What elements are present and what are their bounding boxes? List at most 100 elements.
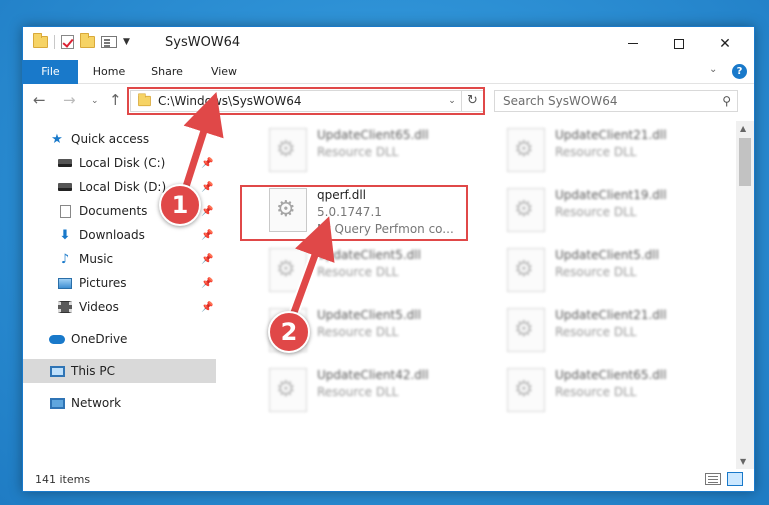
refresh-icon[interactable]: ↻: [461, 91, 483, 111]
tab-view[interactable]: View: [202, 60, 246, 84]
sidebar-item-label: Documents: [79, 204, 148, 218]
address-dropdown-icon[interactable]: ⌄: [443, 96, 461, 106]
file-version: 5.0.1747.1: [317, 205, 382, 219]
quick-access-toolbar: ▼: [33, 33, 130, 49]
minimize-button[interactable]: [610, 27, 656, 60]
dll-file-icon: [507, 128, 545, 172]
sidebar-item-network[interactable]: Network: [23, 391, 216, 415]
ribbon-tabs: File Home Share View ⌄ ?: [23, 60, 754, 84]
file-item[interactable]: UpdateClient5.dll Resource DLL: [261, 246, 489, 296]
computer-icon: [49, 365, 65, 377]
customize-icon[interactable]: [101, 36, 117, 48]
tab-file[interactable]: File: [23, 60, 78, 84]
dll-file-icon: [269, 188, 307, 232]
pin-icon[interactable]: 📌: [201, 302, 213, 313]
file-description: Nt Query Perfmon co...: [317, 222, 454, 236]
sidebar-item-music[interactable]: ♪ Music 📌: [23, 247, 216, 271]
file-name: qperf.dll: [317, 188, 367, 202]
star-icon: ★: [51, 131, 63, 147]
close-button[interactable]: ✕: [702, 27, 748, 60]
file-item[interactable]: UpdateClient19.dll Resource DLL: [499, 186, 727, 236]
file-item[interactable]: UpdateClient21.dll Resource DLL: [499, 126, 727, 176]
details-view-icon[interactable]: [705, 473, 721, 485]
dll-file-icon: [507, 188, 545, 232]
window-title: SysWOW64: [165, 35, 241, 50]
search-icon[interactable]: ⚲: [722, 94, 731, 108]
close-icon: ✕: [719, 35, 731, 52]
file-item-qperf[interactable]: qperf.dll 5.0.1747.1 Nt Query Perfmon co…: [261, 186, 489, 236]
sidebar-item-downloads[interactable]: ⬇ Downloads 📌: [23, 223, 216, 247]
item-count: 141 items: [35, 473, 91, 486]
pictures-icon: [58, 277, 72, 289]
scrollbar-thumb[interactable]: [739, 138, 751, 186]
downloads-icon: ⬇: [59, 227, 71, 243]
maximize-icon: [674, 38, 684, 49]
sidebar-item-label: Local Disk (D:): [79, 180, 167, 194]
up-arrow-icon[interactable]: ↑: [109, 91, 122, 109]
sidebar-item-label: Downloads: [79, 228, 145, 242]
scroll-down-icon[interactable]: ▼: [740, 457, 746, 466]
pin-icon[interactable]: 📌: [201, 230, 213, 241]
address-path[interactable]: C:\Windows\SysWOW64: [158, 94, 443, 108]
help-icon[interactable]: ?: [732, 64, 747, 79]
dll-file-icon: [507, 308, 545, 352]
navigation-bar: ← → ⌄ ↑ C:\Windows\SysWOW64 ⌄ ↻ ⚲: [23, 85, 754, 117]
file-item[interactable]: UpdateClient65.dll Resource DLL: [499, 366, 727, 416]
dll-file-icon: [507, 368, 545, 412]
forward-arrow-icon[interactable]: →: [63, 91, 76, 109]
file-item[interactable]: UpdateClient42.dll Resource DLL: [261, 366, 489, 416]
pin-icon[interactable]: 📌: [201, 206, 213, 217]
properties-check-icon[interactable]: [61, 35, 74, 49]
search-box[interactable]: ⚲: [494, 90, 738, 112]
back-arrow-icon[interactable]: ←: [33, 91, 46, 109]
maximize-button[interactable]: [656, 27, 702, 60]
tab-home[interactable]: Home: [87, 60, 131, 84]
large-icons-view-icon[interactable]: [727, 472, 743, 486]
sidebar-item-this-pc[interactable]: This PC: [23, 359, 216, 383]
documents-icon: [59, 204, 71, 218]
explorer-window: ▼ SysWOW64 ✕ File Home Share View ⌄ ? ← …: [22, 26, 755, 492]
dll-file-icon: [507, 248, 545, 292]
pin-icon[interactable]: 📌: [201, 254, 213, 265]
dll-file-icon: [269, 248, 307, 292]
pin-icon[interactable]: 📌: [201, 182, 213, 193]
pin-icon[interactable]: 📌: [201, 158, 213, 169]
dll-file-icon: [269, 128, 307, 172]
sidebar-item-pictures[interactable]: Pictures 📌: [23, 271, 216, 295]
sidebar-item-label: Local Disk (C:): [79, 156, 166, 170]
file-item[interactable]: UpdateClient65.dll Resource DLL: [261, 126, 489, 176]
file-item[interactable]: UpdateClient21.dll Resource DLL: [499, 306, 727, 356]
sidebar-item-label: Videos: [79, 300, 119, 314]
sidebar-item-quick-access[interactable]: ★ Quick access: [23, 127, 216, 151]
videos-icon: [58, 301, 72, 313]
drive-icon: [58, 159, 72, 167]
file-item[interactable]: UpdateClient5.dll Resource DLL: [499, 246, 727, 296]
file-list: UpdateClient65.dll Resource DLL UpdateCl…: [216, 121, 736, 469]
onedrive-cloud-icon: [49, 334, 65, 344]
drive-icon: [58, 183, 72, 191]
search-input[interactable]: [503, 91, 713, 111]
new-folder-icon[interactable]: [80, 33, 95, 48]
pin-icon[interactable]: 📌: [201, 278, 213, 289]
qat-dropdown-icon[interactable]: ▼: [123, 37, 130, 47]
navigation-pane: ★ Quick access Local Disk (C:) 📌 Local D…: [23, 121, 216, 469]
sidebar-item-label: Quick access: [71, 132, 150, 146]
expand-ribbon-icon[interactable]: ⌄: [709, 64, 717, 75]
folder-icon: [33, 33, 48, 48]
title-bar: ▼ SysWOW64 ✕: [23, 27, 754, 60]
address-bar[interactable]: C:\Windows\SysWOW64 ⌄ ↻: [130, 90, 484, 112]
dll-file-icon: [269, 368, 307, 412]
minimize-icon: [628, 43, 638, 44]
sidebar-item-label: Music: [79, 252, 114, 266]
sidebar-item-label: This PC: [71, 364, 115, 378]
vertical-scrollbar[interactable]: ▲ ▼: [736, 121, 754, 469]
music-icon: ♪: [60, 251, 70, 267]
sidebar-item-videos[interactable]: Videos 📌: [23, 295, 216, 319]
recent-locations-icon[interactable]: ⌄: [91, 96, 99, 106]
sidebar-item-local-disk-c[interactable]: Local Disk (C:) 📌: [23, 151, 216, 175]
sidebar-item-onedrive[interactable]: OneDrive: [23, 327, 216, 351]
status-bar: 141 items: [23, 469, 754, 491]
tab-share[interactable]: Share: [145, 60, 189, 84]
scroll-up-icon[interactable]: ▲: [740, 124, 746, 133]
sidebar-item-label: Pictures: [79, 276, 127, 290]
